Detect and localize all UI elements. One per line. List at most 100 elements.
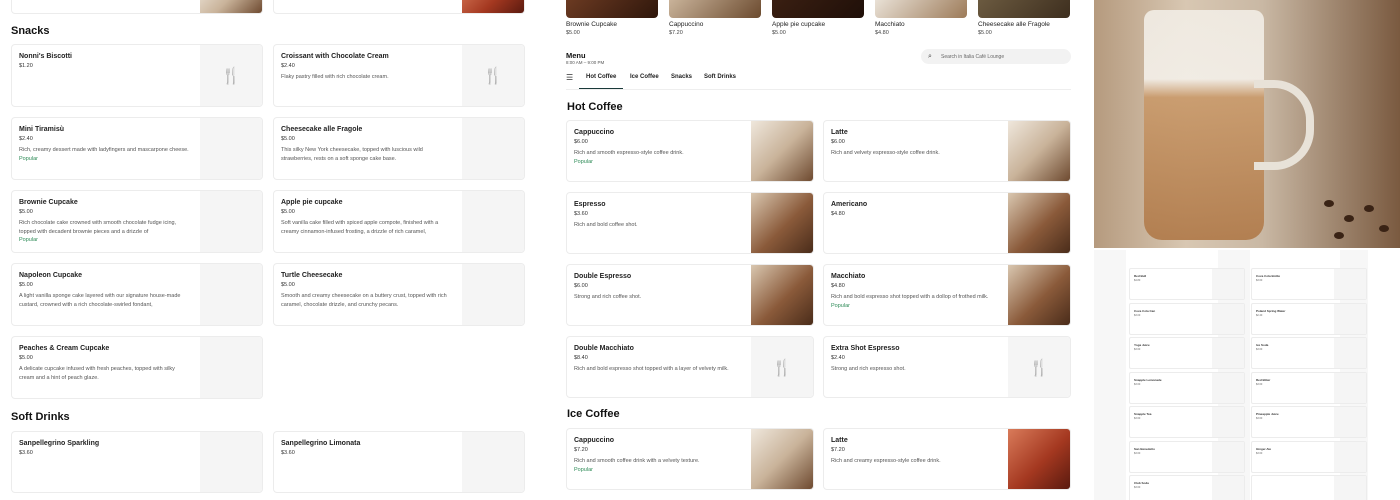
menu-card-cutoff[interactable] (273, 0, 525, 14)
item-price: $4.80 (831, 211, 845, 217)
item-description: This silky New York cheesecake, topped w… (281, 147, 423, 162)
mini-menu-card[interactable]: Poland Spring Water $2.40 (1251, 302, 1367, 335)
menu-card[interactable]: Double Espresso $6.00 Strong and rich coff… (566, 264, 814, 326)
mini-menu-card[interactable]: Club Soda $3.60 (1129, 475, 1245, 500)
item-name: Latte (831, 129, 848, 136)
popular-badge: Popular (19, 237, 38, 243)
item-description: Rich and creamy espresso-style coffee dr… (831, 458, 941, 464)
item-price: $2.40 (19, 136, 33, 142)
menu-card[interactable]: Sanpellegrino Sparkling $3.60 (11, 431, 263, 493)
mini-menu-card[interactable]: San Benedetto $3.60 (1129, 440, 1245, 473)
menu-card[interactable]: Double Macchiato $8.40 Rich and bold espre… (566, 336, 814, 398)
item-name: Poland Spring Water (1256, 308, 1286, 313)
menu-card[interactable]: Turtle Cheesecake $5.00 Smooth and creamy … (273, 263, 525, 326)
mini-menu-card[interactable]: Coca Cola Bottle $3.60 (1251, 268, 1367, 300)
mini-menu-card[interactable]: Snapple Lemonade $3.60 (1129, 371, 1245, 404)
menu-card[interactable]: Nonni's Biscotti $1.20 🍴 (11, 44, 263, 107)
item-description: Rich and bold espresso shot topped with … (574, 366, 729, 372)
tab-ice-coffee[interactable]: Ice Coffee (630, 74, 659, 80)
item-photo (462, 0, 524, 13)
menu-card[interactable]: Latte $6.00 Rich and velvety espresso-styl… (823, 120, 1071, 182)
mini-menu-card[interactable]: Ginger Ale $3.60 (1251, 440, 1367, 473)
item-image-placeholder (1212, 407, 1244, 437)
item-description: Rich and velvety espresso-style coffee d… (831, 150, 940, 156)
item-price: $3.60 (1134, 348, 1141, 351)
item-price: $3.60 (574, 211, 588, 217)
featured-photo[interactable] (978, 0, 1070, 18)
item-description: Rich and bold espresso shot topped with … (831, 294, 989, 300)
item-image-placeholder (200, 264, 262, 325)
item-price: $7.20 (831, 447, 845, 453)
mini-menu-card[interactable]: Red Bitter $3.60 (1251, 371, 1367, 404)
menu-card[interactable]: Peaches & Cream Cupcake $5.00 A delicate c… (11, 336, 263, 399)
mini-menu-card[interactable]: Snapple Tea $3.60 (1129, 406, 1245, 438)
item-description: Rich and smooth espresso-style coffee dr… (574, 150, 684, 156)
featured-photo[interactable] (669, 0, 761, 18)
tab-hot-coffee[interactable]: Hot Coffee (586, 74, 616, 80)
item-name: Brownie Cupcake (19, 199, 78, 206)
section-title-soft-drinks: Soft Drinks (11, 411, 70, 423)
menu-card[interactable]: Apple pie cupcake $5.00 Soft vanilla cake … (273, 190, 525, 253)
fork-knife-icon: 🍴 (772, 357, 792, 377)
mini-menu-card[interactable]: Red Bull $4.80 (1129, 268, 1245, 300)
item-price: $4.80 (831, 283, 845, 289)
menu-card[interactable]: Sanpellegrino Limonata $3.60 (273, 431, 525, 493)
item-price: $3.60 (1256, 417, 1263, 420)
item-image-placeholder (200, 432, 262, 492)
menu-card[interactable]: Latte $7.20 Rich and creamy espresso-style… (823, 428, 1071, 490)
popular-badge: Popular (19, 155, 38, 162)
featured-item[interactable]: Cheesecake alle Fragole $5.00 (978, 20, 1050, 38)
featured-item[interactable]: Apple pie cupcake $5.00 (772, 20, 825, 38)
featured-photo[interactable] (875, 0, 967, 18)
item-name: Espresso (574, 201, 606, 208)
item-image-placeholder (1334, 338, 1366, 368)
menu-card[interactable]: Croissant with Chocolate Cream $2.40 Flaky… (273, 44, 525, 107)
featured-item[interactable]: Macchiato $4.80 (875, 20, 905, 38)
menu-card[interactable]: Cappuccino $7.20 Rich and smooth coffee dr… (566, 428, 814, 490)
mini-menu-card[interactable]: Pineapple Juice $3.60 (1251, 406, 1367, 438)
item-price: $3.60 (1134, 451, 1141, 455)
item-description: A delicate cupcake infused with fresh pe… (19, 366, 175, 381)
featured-item[interactable]: Cappuccino $7.20 (669, 20, 703, 38)
featured-item[interactable]: Brownie Cupcake $5.00 (566, 20, 617, 38)
menu-card[interactable]: Espresso $3.60 Rich and bold coffee shot. (566, 192, 814, 254)
item-photo (1008, 193, 1070, 253)
featured-price: $7.20 (669, 30, 683, 36)
featured-photo[interactable] (566, 0, 658, 18)
item-price: $5.00 (19, 355, 33, 361)
coffee-bean (1364, 205, 1374, 212)
mini-menu-card[interactable]: Ice Soda $3.60 (1251, 337, 1367, 369)
menu-card[interactable]: Brownie Cupcake $5.00 Rich chocolate cake … (11, 190, 263, 253)
item-name: Extra Shot Espresso (831, 345, 900, 352)
tab-snacks[interactable]: Snacks (671, 74, 692, 80)
menu-card[interactable]: Mini Tiramisù $2.40 Rich, creamy dessert m… (11, 117, 263, 180)
mug-handle (1254, 80, 1314, 170)
item-image-placeholder (200, 191, 262, 252)
mini-menu-card[interactable] (1251, 475, 1367, 500)
item-name: Turtle Cheesecake (281, 272, 343, 279)
item-image-placeholder: 🍴 (751, 337, 813, 397)
mini-menu-card[interactable]: Coca Cola Can $3.00 (1129, 302, 1245, 335)
tab-soft-drinks[interactable]: Soft Drinks (704, 74, 736, 80)
item-image-placeholder (1334, 441, 1366, 472)
menu-card[interactable]: Extra Shot Espresso $2.40 Strong and rich … (823, 336, 1071, 398)
menu-card[interactable]: Cheesecake alle Fragole $5.00 This silky N… (273, 117, 525, 180)
list-icon[interactable]: ☰ (566, 73, 573, 82)
menu-card-cutoff[interactable] (11, 0, 263, 14)
menu-card[interactable]: Cappuccino $6.00 Rich and smooth espresso-… (566, 120, 814, 182)
item-name: Cappuccino (574, 129, 615, 136)
menu-card[interactable]: Napoleon Cupcake $5.00 A light vanilla spo… (11, 263, 263, 326)
item-price: $3.60 (19, 450, 33, 456)
menu-card[interactable]: Americano $4.80 (823, 192, 1071, 254)
menu-card[interactable]: Macchiato $4.80 Rich and bold espresso sho… (823, 264, 1071, 326)
search-input[interactable]: ⌕ Search in Italia Café Lounge (921, 49, 1071, 64)
opening-hours: 8:00 AM – 9:00 PM (566, 60, 605, 65)
item-image-placeholder (1334, 269, 1366, 299)
mini-menu-card[interactable]: Yoga Juice $3.60 (1129, 337, 1245, 369)
item-name: Double Espresso (574, 273, 632, 280)
item-name: Snapple Tea (1134, 412, 1152, 416)
coffee-bean (1344, 215, 1354, 222)
item-image-placeholder (462, 191, 524, 252)
featured-price: $5.00 (772, 30, 786, 36)
featured-photo[interactable] (772, 0, 864, 18)
